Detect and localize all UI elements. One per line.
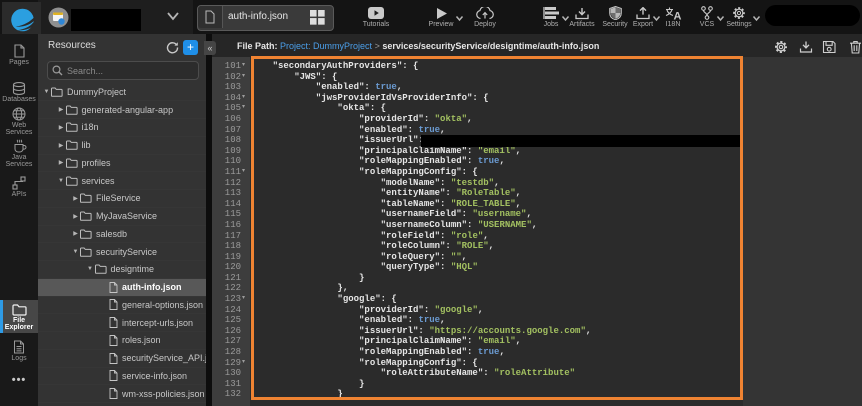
svg-text:A: A	[673, 10, 681, 20]
